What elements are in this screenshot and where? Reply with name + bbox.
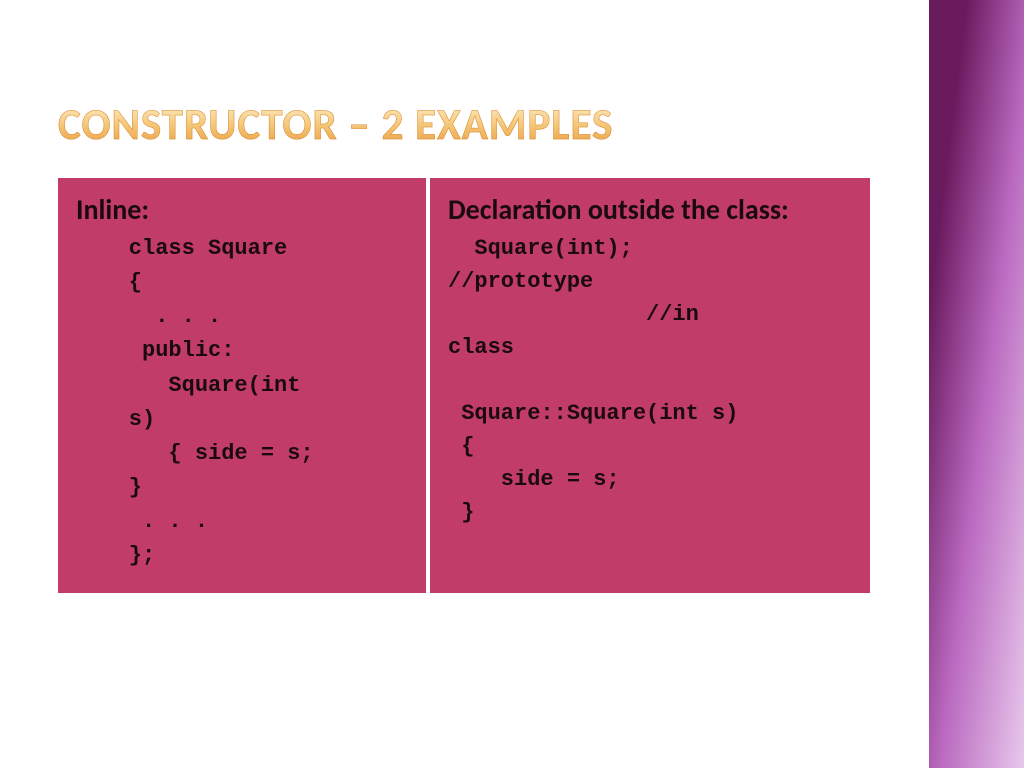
content-row: Inline: class Square { . . . public: Squ… (58, 178, 870, 593)
left-box: Inline: class Square { . . . public: Squ… (58, 178, 426, 593)
left-heading: Inline: (76, 194, 408, 226)
right-code: Square(int); //prototype //in class Squa… (448, 232, 852, 529)
left-code: class Square { . . . public: Square(int … (76, 232, 408, 573)
right-heading: Declaration outside the class: (448, 194, 852, 226)
slide-title: CONSTRUCTOR – 2 EXAMPLES (58, 98, 613, 151)
decoration-stripe (929, 0, 1024, 768)
slide: CONSTRUCTOR – 2 EXAMPLES Inline: class S… (0, 0, 1024, 768)
right-box: Declaration outside the class: Square(in… (430, 178, 870, 593)
